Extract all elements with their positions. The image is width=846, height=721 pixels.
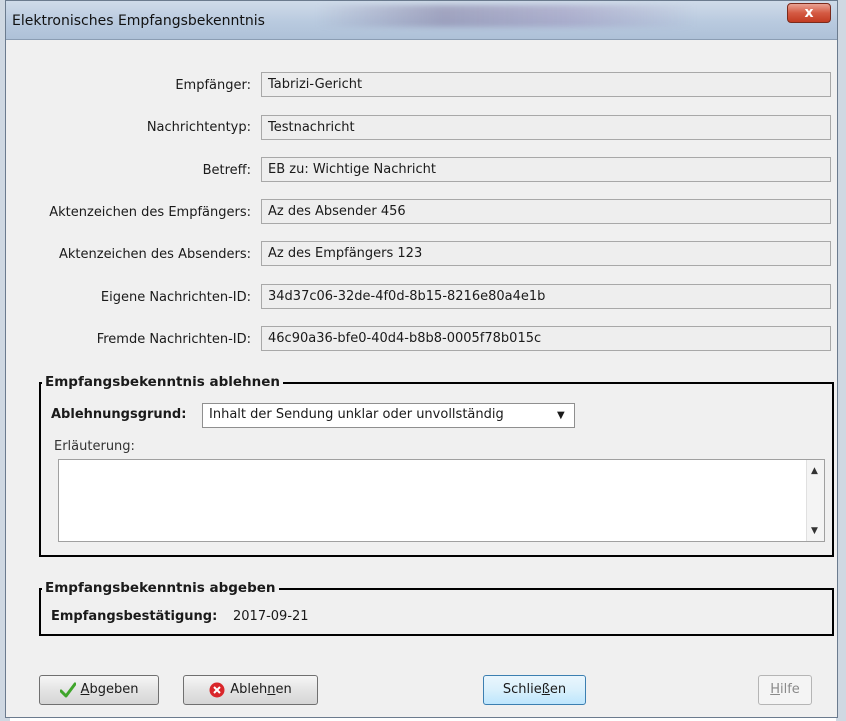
foreign-message-id-field[interactable]: 46c90a36-bfe0-40d4-b8b8-0005f78b015c [261, 326, 831, 351]
submit-label: bgeben [89, 682, 139, 697]
reject-mnemonic: n [267, 682, 276, 697]
reject-group-title: Empfangsbekenntnis ablehnen [42, 374, 284, 390]
rejection-reason-select[interactable]: Inhalt der Sendung unklar oder unvollstä… [202, 403, 575, 428]
help-label: ilfe [779, 682, 800, 697]
receipt-confirmation-label: Empfangsbestätigung: [51, 609, 218, 624]
subject-field[interactable]: EB zu: Wichtige Nachricht [261, 157, 831, 182]
help-mnemonic: H [770, 682, 780, 697]
help-button[interactable]: Hilfe [758, 675, 812, 705]
reject-label-end: en [275, 682, 292, 697]
message-type-label: Nachrichtentyp: [146, 120, 251, 135]
recipient-file-number-field[interactable]: Az des Absender 456 [261, 199, 831, 224]
close-label-end: en [549, 682, 567, 697]
explanation-textarea[interactable]: ▲ ▼ [58, 459, 825, 542]
recipient-file-number-label: Aktenzeichen des Empfängers: [49, 205, 251, 220]
close-label-start: Schlie [502, 682, 542, 697]
submit-button[interactable]: Abgeben [39, 675, 159, 705]
close-mnemonic: ß [541, 682, 550, 697]
accept-group-title: Empfangsbekenntnis abgeben [42, 580, 279, 596]
explanation-label: Erläuterung: [54, 439, 135, 454]
receipt-confirmation-date: 2017-09-21 [233, 609, 309, 624]
subject-label: Betreff: [202, 163, 251, 178]
rejection-reason-label: Ablehnungsgrund: [51, 407, 187, 422]
reject-button[interactable]: Ablehnen [183, 675, 318, 705]
dropdown-arrow-icon: ▼ [557, 410, 565, 421]
message-type-field[interactable]: Testnachricht [261, 115, 831, 140]
dialog-window: Elektronisches Empfangsbekenntnis x Empf… [5, 0, 838, 718]
scroll-down-arrow-icon[interactable]: ▼ [811, 526, 818, 536]
recipient-field[interactable]: Tabrizi-Gericht [261, 72, 831, 97]
reject-label-start: Ableh [230, 682, 268, 697]
checkmark-icon [59, 682, 76, 697]
recipient-label: Empfänger: [175, 78, 251, 93]
window-title: Elektronisches Empfangsbekenntnis [12, 13, 265, 29]
close-window-button[interactable]: x [787, 3, 831, 23]
own-message-id-label: Eigene Nachrichten-ID: [100, 290, 251, 305]
scroll-up-arrow-icon[interactable]: ▲ [811, 466, 818, 476]
sender-file-number-field[interactable]: Az des Empfängers 123 [261, 241, 831, 266]
title-bar-background-glow [316, 5, 696, 27]
reject-x-icon [209, 682, 225, 697]
sender-file-number-label: Aktenzeichen des Absenders: [58, 247, 251, 262]
rejection-reason-value: Inhalt der Sendung unklar oder unvollstä… [209, 407, 504, 422]
explanation-scrollbar[interactable]: ▲ ▼ [806, 460, 824, 541]
foreign-message-id-label: Fremde Nachrichten-ID: [96, 332, 251, 347]
own-message-id-field[interactable]: 34d37c06-32de-4f0d-8b15-8216e80a4e1b [261, 284, 831, 309]
title-bar[interactable]: Elektronisches Empfangsbekenntnis x [6, 1, 837, 40]
close-icon: x [804, 5, 814, 21]
close-button[interactable]: Schließen [483, 675, 586, 705]
